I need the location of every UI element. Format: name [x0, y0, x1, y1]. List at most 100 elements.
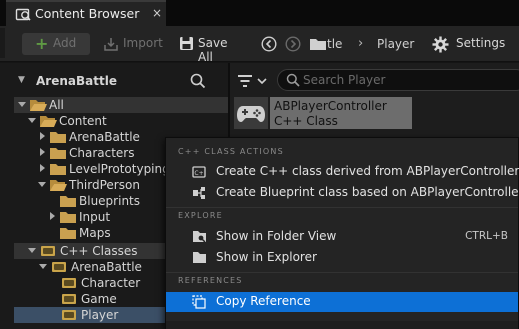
- collapsed-arrow-icon[interactable]: [40, 164, 45, 172]
- expand-arrow-icon[interactable]: [18, 102, 26, 107]
- breadcrumb-separator[interactable]: ›: [358, 36, 363, 51]
- plus-icon: +: [35, 34, 49, 53]
- search-icon: [286, 73, 300, 87]
- expand-arrow-icon[interactable]: [38, 182, 46, 187]
- breadcrumb-current[interactable]: Player: [377, 37, 414, 51]
- asset-tile[interactable]: ABPlayerController C++ Class: [232, 97, 519, 131]
- folder-icon: [50, 163, 66, 175]
- menu-item-show-in-explorer[interactable]: Show in Explorer: [166, 248, 518, 268]
- tree-item-label: Game: [81, 292, 117, 306]
- tree-item-all[interactable]: All: [14, 97, 228, 113]
- folder-icon: [50, 147, 66, 159]
- open-folder-icon: [30, 99, 47, 111]
- import-icon: [103, 36, 119, 52]
- blueprint-class-icon: [192, 186, 206, 200]
- sources-title: ArenaBattle: [36, 74, 117, 88]
- menu-item-label: Create C++ class derived from ABPlayerCo…: [216, 164, 519, 178]
- content-browser-icon: [15, 6, 31, 22]
- menu-item-label: Copy Reference: [216, 294, 311, 308]
- section-header-references: REFERENCES: [178, 276, 243, 285]
- tree-item-label: Input: [79, 210, 111, 224]
- import-label: Import: [123, 36, 163, 50]
- tree-item-label: LevelPrototyping: [69, 162, 170, 176]
- filter-icon: [237, 73, 271, 89]
- expand-arrow-icon[interactable]: [28, 118, 36, 123]
- menu-item-label: Show in Explorer: [216, 250, 317, 264]
- menu-footer: [166, 321, 518, 329]
- menu-item-shortcut: CTRL+B: [465, 230, 508, 242]
- asset-thumbnail: [234, 97, 268, 129]
- menu-item-create-blueprint-class[interactable]: Create Blueprint class based on ABPlayer…: [166, 183, 519, 203]
- collapse-icon[interactable]: ▼: [18, 75, 25, 85]
- tab-label: Content Browser: [35, 6, 140, 21]
- title-bar: Content Browser ×: [0, 0, 519, 26]
- folder-view-icon: [192, 230, 207, 243]
- sources-header[interactable]: ▼ ArenaBattle: [16, 71, 218, 93]
- menu-item-label: Show in Folder View: [216, 229, 337, 243]
- tree-item-label: Characters: [69, 146, 135, 160]
- cpp-class-icon: C+: [192, 165, 206, 179]
- tree-item-label: ArenaBattle: [69, 130, 140, 144]
- section-header-cpp-actions: C++ CLASS ACTIONS: [178, 147, 284, 156]
- search-icon[interactable]: [190, 73, 206, 89]
- tree-item-label: ThirdPerson: [69, 178, 140, 192]
- menu-divider: [166, 207, 518, 208]
- folder-icon: [309, 37, 327, 51]
- gamepad-icon: [237, 106, 265, 122]
- folder-icon: [60, 195, 76, 207]
- collapsed-arrow-icon[interactable]: [40, 132, 45, 140]
- menu-item-label: Create Blueprint class based on ABPlayer…: [216, 185, 519, 199]
- tree-item-content[interactable]: Content: [14, 113, 228, 129]
- menu-item-show-in-folder-view[interactable]: Show in Folder View CTRL+B: [166, 227, 518, 247]
- tree-item-label: ArenaBattle: [71, 260, 142, 274]
- asset-type: C++ Class: [274, 114, 338, 128]
- toolbar-edge: [0, 28, 5, 58]
- content-browser-tab[interactable]: Content Browser ×: [6, 0, 166, 26]
- add-button[interactable]: + Add: [22, 33, 90, 55]
- expand-arrow-icon[interactable]: [39, 264, 47, 269]
- collapsed-arrow-icon[interactable]: [40, 148, 45, 156]
- copy-reference-icon: [192, 295, 206, 309]
- back-icon[interactable]: [261, 36, 277, 52]
- folder-icon: [60, 227, 76, 239]
- asset-info: ABPlayerController C++ Class: [270, 97, 412, 129]
- menu-divider: [166, 272, 518, 273]
- collapsed-arrow-icon[interactable]: [50, 212, 55, 220]
- menu-item-create-cpp-class[interactable]: C+ Create C++ class derived from ABPlaye…: [166, 162, 519, 182]
- cpp-folder-icon: [62, 310, 76, 320]
- save-all-label: Save All: [198, 36, 228, 64]
- search-text-field[interactable]: [303, 72, 503, 88]
- tree-item-label: Player: [81, 308, 119, 322]
- folder-icon: [50, 131, 66, 143]
- svg-text:C+: C+: [194, 170, 203, 177]
- forward-icon[interactable]: [285, 36, 301, 52]
- toolbar: + Add Import Save All tle › Player Setti…: [0, 26, 519, 64]
- tree-item-label: Character: [81, 276, 141, 290]
- cpp-folder-icon: [41, 246, 55, 256]
- breadcrumb-previous[interactable]: tle: [327, 37, 342, 51]
- settings-label: Settings: [456, 36, 506, 50]
- menu-item-copy-reference[interactable]: Copy Reference: [166, 292, 518, 312]
- tree-item-label: Maps: [79, 226, 111, 240]
- filter-button[interactable]: [235, 71, 273, 91]
- expand-arrow-icon[interactable]: [28, 248, 36, 253]
- search-input[interactable]: [277, 69, 519, 91]
- cpp-folder-icon: [62, 278, 76, 288]
- tree-item-label: Content: [59, 114, 107, 128]
- folder-icon: [60, 211, 76, 223]
- tree-item-label: Blueprints: [79, 194, 141, 208]
- tree-item-label: C++ Classes: [60, 244, 138, 258]
- save-icon: [179, 36, 194, 51]
- close-icon[interactable]: ×: [152, 6, 162, 20]
- asset-name: ABPlayerController: [274, 99, 387, 113]
- gear-icon: [432, 36, 449, 53]
- section-header-explore: EXPLORE: [178, 211, 223, 220]
- add-label: Add: [53, 36, 77, 50]
- open-folder-icon: [40, 115, 57, 127]
- cpp-folder-icon: [52, 262, 66, 272]
- cpp-folder-icon: [62, 294, 76, 304]
- tree-item-label: All: [49, 98, 64, 112]
- open-folder-icon: [50, 179, 67, 191]
- explorer-folder-icon: [192, 251, 207, 264]
- context-menu: C++ CLASS ACTIONS C+ Create C++ class de…: [165, 137, 519, 329]
